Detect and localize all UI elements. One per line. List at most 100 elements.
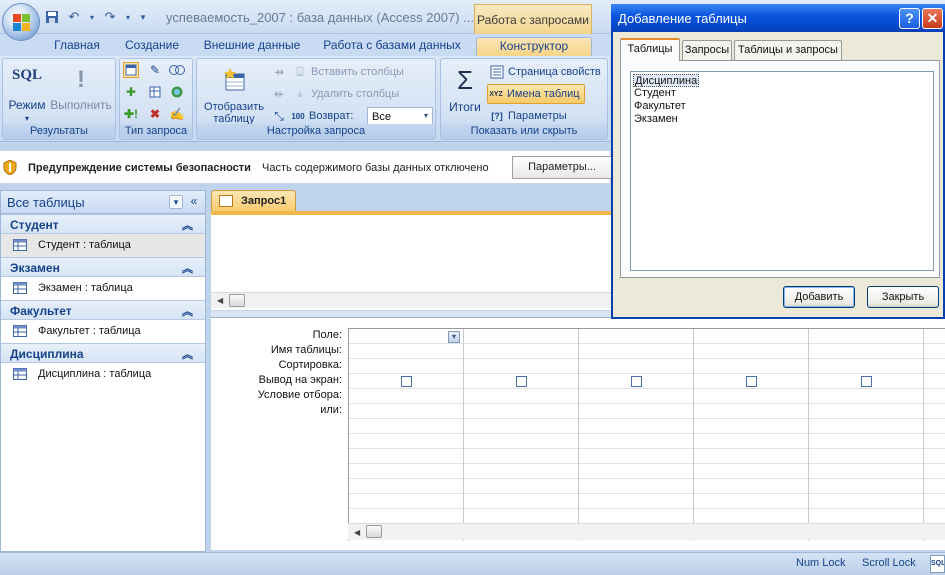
table-list[interactable]: Дисциплина Студент Факультет Экзамен <box>630 71 934 271</box>
design-grid[interactable] <box>348 328 945 541</box>
tab-external-data[interactable]: Внешние данные <box>196 37 308 56</box>
table-icon <box>13 282 27 294</box>
chevron-up-icon: ︽ <box>182 306 193 318</box>
field-dropdown-chevron-icon[interactable]: ▾ <box>448 331 460 343</box>
chevron-up-icon: ︽ <box>182 349 193 361</box>
insert-columns-secondary-icon: ⍗ <box>296 64 304 79</box>
show-checkbox[interactable] <box>861 376 872 387</box>
table-icon <box>13 325 27 337</box>
office-logo-icon <box>13 14 30 31</box>
design-grid-scrollbar[interactable]: ◀ <box>348 523 945 540</box>
close-icon[interactable]: ✕ <box>922 8 943 29</box>
insert-columns-button[interactable]: ⇸ ⍗ Вставить столбцы <box>271 63 404 81</box>
row-label-table: Имя таблицы: <box>270 344 342 356</box>
show-checkbox[interactable] <box>516 376 527 387</box>
nav-group-exam[interactable]: Экзамен ︽ <box>1 257 205 277</box>
tab-design[interactable]: Конструктор <box>476 37 592 56</box>
nav-item-discipline-table[interactable]: Дисциплина : таблица <box>1 363 205 386</box>
show-checkbox[interactable] <box>401 376 412 387</box>
list-item[interactable]: Дисциплина <box>633 74 700 87</box>
list-item[interactable]: Экзамен <box>633 113 679 126</box>
tab-database-tools[interactable]: Работа с базами данных <box>316 37 468 56</box>
delete-query-icon[interactable]: ✖ <box>147 106 163 122</box>
nav-item-student-table[interactable]: Студент : таблица <box>1 234 205 257</box>
nav-pane-header[interactable]: Все таблицы ▾ « <box>1 191 205 214</box>
dialog-title-bar[interactable]: Добавление таблицы ? ✕ <box>611 4 945 32</box>
add-button[interactable]: Добавить <box>783 286 855 308</box>
list-item[interactable]: Факультет <box>633 100 687 113</box>
update-icon[interactable]: ✚! <box>123 106 139 122</box>
nav-group-faculty[interactable]: Факультет ︽ <box>1 300 205 320</box>
tab-create[interactable]: Создание <box>114 37 190 56</box>
tab-tables-and-queries[interactable]: Таблицы и запросы <box>734 40 842 60</box>
tab-tables[interactable]: Таблицы <box>620 38 680 61</box>
customize-qat-icon[interactable]: ▾ <box>138 9 148 25</box>
return-control: ⤡ 100 Возврат: <box>271 107 353 125</box>
redo-dropdown-icon[interactable]: ▾ <box>124 9 132 25</box>
close-button[interactable]: Закрыть <box>867 286 939 308</box>
show-table-icon <box>199 63 269 97</box>
status-bar: Num Lock Scroll Lock SQL <box>0 552 945 575</box>
office-button[interactable] <box>2 3 40 41</box>
sql-view-toggle[interactable]: SQL <box>930 555 945 573</box>
context-tab-header: Работа с запросами <box>474 4 592 34</box>
union-icon[interactable] <box>169 62 185 78</box>
grid-row-labels: Поле: Имя таблицы: Сортировка: Вывод на … <box>211 328 342 418</box>
parameters-button[interactable]: [?] Параметры <box>489 107 566 125</box>
row-label-or: или: <box>320 404 342 416</box>
scroll-left-icon[interactable]: ◀ <box>217 296 223 305</box>
table-names-button[interactable]: XYZ Имена таблиц <box>487 84 585 104</box>
scroll-thumb[interactable] <box>366 525 382 538</box>
select-query-icon[interactable] <box>123 62 139 78</box>
nav-group-discipline[interactable]: Дисциплина ︽ <box>1 343 205 363</box>
undo-dropdown-icon[interactable]: ▾ <box>88 9 96 25</box>
nav-item-exam-table[interactable]: Экзамен : таблица <box>1 277 205 300</box>
insert-columns-icon: ⇸ <box>273 65 285 79</box>
pass-through-icon[interactable] <box>169 84 185 100</box>
group-results: SQL Режим ▾ ! Выполнить Результаты <box>2 58 116 140</box>
delete-rows-icon: ⇷ <box>273 87 285 101</box>
nav-menu-chevron-icon[interactable]: ▾ <box>169 195 183 209</box>
data-definition-icon[interactable]: ✍ <box>169 106 185 122</box>
totals-button[interactable]: Σ Итоги <box>443 63 487 114</box>
collapse-pane-icon[interactable]: « <box>187 195 201 209</box>
delete-columns-button[interactable]: ⇷ ⍖ Удалить столбцы <box>271 85 399 103</box>
window-title: успеваемость_2007 : база данных (Access … <box>166 10 478 25</box>
group-query-type: ✎ ✚ ✚! ✖ ✍ Тип запроса <box>119 58 193 140</box>
run-button[interactable]: ! Выполнить <box>49 65 113 112</box>
nav-item-faculty-table[interactable]: Факультет : таблица <box>1 320 205 343</box>
crosstab-icon[interactable] <box>147 84 163 100</box>
table-area-scrollbar[interactable]: ◀ <box>211 292 611 308</box>
scroll-left-icon[interactable]: ◀ <box>354 528 360 537</box>
show-checkbox[interactable] <box>631 376 642 387</box>
list-item[interactable]: Студент <box>633 87 677 100</box>
make-table-icon[interactable]: ✎ <box>147 62 163 78</box>
undo-icon[interactable]: ↶ <box>66 9 82 25</box>
show-table-button[interactable]: Отобразить таблицу <box>199 63 269 125</box>
chevron-down-icon: ▾ <box>423 111 428 120</box>
scroll-thumb[interactable] <box>229 294 245 307</box>
view-button[interactable]: SQL Режим ▾ <box>5 68 49 125</box>
property-sheet-button[interactable]: Страница свойств <box>489 63 601 81</box>
document-tab-query1[interactable]: Запрос1 <box>211 190 296 212</box>
table-icon <box>13 239 27 251</box>
sigma-icon: Σ <box>456 65 474 95</box>
redo-icon[interactable]: ↷ <box>102 9 118 25</box>
property-sheet-icon <box>489 64 505 80</box>
append-icon[interactable]: ✚ <box>123 84 139 100</box>
tab-home[interactable]: Главная <box>44 37 110 56</box>
show-checkbox[interactable] <box>746 376 757 387</box>
ribbon: SQL Режим ▾ ! Выполнить Результаты ✎ ✚ ✚… <box>0 56 610 142</box>
group-query-setup: Отобразить таблицу ⇸ ⍗ Вставить столбцы … <box>196 58 436 140</box>
security-options-button[interactable]: Параметры... <box>512 156 612 179</box>
save-icon[interactable] <box>44 9 60 25</box>
security-warning-message: Часть содержимого базы данных отключено <box>262 162 489 174</box>
row-label-sort: Сортировка: <box>278 359 342 371</box>
security-warning-title: Предупреждение системы безопасности <box>28 162 251 174</box>
help-button[interactable]: ? <box>899 8 920 29</box>
shield-icon <box>3 159 17 176</box>
nav-group-student[interactable]: Студент ︽ <box>1 214 205 234</box>
row-label-criteria: Условие отбора: <box>257 389 342 401</box>
table-names-icon: XYZ <box>489 90 503 98</box>
tab-queries[interactable]: Запросы <box>682 40 732 60</box>
